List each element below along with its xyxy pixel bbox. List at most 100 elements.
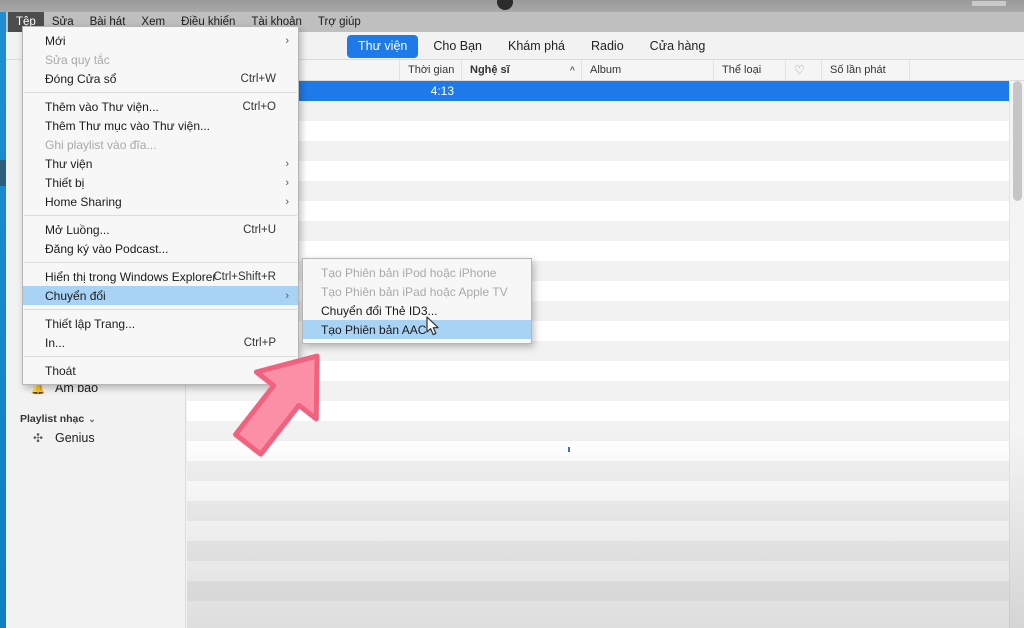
file-menu-item-label: Mới xyxy=(45,33,66,48)
convert-submenu: Tạo Phiên bản iPod hoặc iPhone Tạo Phiên … xyxy=(302,258,532,344)
file-menu-item-2[interactable]: Đóng Cửa sổ Ctrl+W xyxy=(23,69,298,88)
file-menu-item-label: In... xyxy=(45,335,66,350)
itunes-window: Tệp Sửa Bài hát Xem Điều khiển Tài khoản Trợ g… xyxy=(0,0,1024,628)
accent-strip-notch xyxy=(0,160,6,186)
column-header-2[interactable]: Nghệ sĩ ^ xyxy=(462,60,582,81)
file-menu-item-15[interactable]: Chuyển đổi › xyxy=(23,286,298,305)
column-header-1[interactable]: Thời gian xyxy=(400,60,462,81)
file-menu-item-shortcut: Ctrl+U xyxy=(243,223,276,236)
file-menu-item-4[interactable]: Thêm vào Thư viện... Ctrl+O xyxy=(23,97,298,116)
file-menu-item-8[interactable]: Thiết bị › xyxy=(23,173,298,192)
column-header-3[interactable]: Album xyxy=(582,60,714,81)
table-row[interactable] xyxy=(187,521,1009,541)
tab-3[interactable]: Radio xyxy=(580,35,635,58)
table-row[interactable] xyxy=(187,501,1009,521)
scrollbar-thumb[interactable] xyxy=(1013,81,1022,201)
chevron-right-icon: › xyxy=(285,176,289,189)
sidebar-playlist-0[interactable]: ✣ Genius xyxy=(6,427,186,449)
file-menu-item-label: Thêm Thư mục vào Thư viện... xyxy=(45,118,211,133)
stray-blue-pixel xyxy=(568,447,570,452)
menu-separator xyxy=(24,262,297,263)
tab-2[interactable]: Khám phá xyxy=(497,35,576,58)
sidebar-playlist-label: Genius xyxy=(55,431,95,445)
file-menu-item-label: Chuyển đổi xyxy=(45,288,106,303)
table-row[interactable] xyxy=(187,481,1009,501)
file-menu-item-17[interactable]: Thiết lập Trang... xyxy=(23,314,298,333)
menubar-item-6[interactable]: Trợ giúp xyxy=(310,12,369,32)
table-row[interactable] xyxy=(187,121,1009,141)
vertical-scrollbar[interactable] xyxy=(1009,81,1024,628)
sidebar-section-label: Playlist nhạc xyxy=(20,413,85,425)
table-row[interactable] xyxy=(187,141,1009,161)
file-menu-item-label: Mở Luồng... xyxy=(45,222,110,237)
table-row[interactable] xyxy=(187,161,1009,181)
tab-0[interactable]: Thư viện xyxy=(347,34,419,58)
menu-separator xyxy=(24,215,297,216)
file-menu-item-label: Đăng ký vào Podcast... xyxy=(45,241,169,256)
file-menu-item-6: Ghi playlist vào đĩa... xyxy=(23,135,298,154)
file-menu-item-label: Sửa quy tắc xyxy=(45,52,110,67)
heart-icon: ♡ xyxy=(794,63,805,77)
column-header-label: Thời gian xyxy=(408,64,455,76)
table-row[interactable] xyxy=(187,601,1009,621)
convert-submenu-item-2[interactable]: Chuyển đổi Thẻ ID3... xyxy=(303,301,531,320)
mouse-pointer-icon xyxy=(426,316,441,342)
menu-separator xyxy=(24,92,297,93)
file-menu-item-14[interactable]: Hiển thị trong Windows Explorer Ctrl+Shif… xyxy=(23,267,298,286)
table-row[interactable] xyxy=(187,581,1009,601)
file-menu-item-9[interactable]: Home Sharing › xyxy=(23,192,298,211)
chevron-right-icon: › xyxy=(285,34,289,47)
file-menu-item-shortcut: Ctrl+Shift+R xyxy=(213,270,276,283)
tab-1[interactable]: Cho Bạn xyxy=(422,35,493,58)
file-menu-item-label: Thiết bị xyxy=(45,175,85,190)
window-title-bar xyxy=(0,0,1024,12)
file-menu-item-0[interactable]: Mới › xyxy=(23,31,298,50)
file-menu-item-11[interactable]: Mở Luồng... Ctrl+U xyxy=(23,220,298,239)
chevron-right-icon: › xyxy=(285,195,289,208)
column-header-4[interactable]: Thể loại xyxy=(714,60,786,81)
file-menu-item-5[interactable]: Thêm Thư mục vào Thư viện... xyxy=(23,116,298,135)
table-row[interactable] xyxy=(187,201,1009,221)
window-controls[interactable] xyxy=(972,1,1006,6)
table-row[interactable] xyxy=(187,561,1009,581)
chevron-right-icon: › xyxy=(285,289,289,302)
column-header-5[interactable]: ♡ xyxy=(786,60,822,81)
column-header-label: Nghệ sĩ xyxy=(470,64,510,76)
menubar-item-label: Trợ giúp xyxy=(317,16,361,28)
file-menu-item-label: Thoát xyxy=(45,363,76,378)
pink-arrow-annotation-icon xyxy=(224,338,340,469)
apple-logo-icon xyxy=(497,0,513,10)
convert-submenu-item-0: Tạo Phiên bản iPod hoặc iPhone xyxy=(321,265,497,280)
file-menu-item-label: Đóng Cửa sổ xyxy=(45,71,117,86)
file-menu-item-7[interactable]: Thư viện › xyxy=(23,154,298,173)
file-menu-item-shortcut: Ctrl+O xyxy=(242,100,276,113)
convert-submenu-item-1: Tạo Phiên bản iPad hoặc Apple TV xyxy=(321,284,508,299)
file-menu-item-label: Thiết lập Trang... xyxy=(45,316,136,331)
file-menu-item-1: Sửa quy tắc xyxy=(23,50,298,69)
table-row[interactable] xyxy=(187,101,1009,121)
sidebar-section-header-playlists[interactable]: Playlist nhạc ⌄ xyxy=(20,410,190,428)
tab-4[interactable]: Cửa hàng xyxy=(639,35,717,58)
column-header-label: Album xyxy=(590,64,622,76)
sort-asc-icon: ^ xyxy=(569,65,575,75)
table-row[interactable] xyxy=(187,181,1009,201)
file-menu-item-label: Thêm vào Thư viện... xyxy=(45,99,159,114)
file-menu-item-shortcut: Ctrl+W xyxy=(240,72,276,85)
table-row-selected[interactable]: ay•••4:13 xyxy=(187,81,1009,101)
convert-submenu-item-3[interactable]: Tạo Phiên bản AAC xyxy=(303,320,531,339)
column-header-label: Thể loại xyxy=(722,64,762,76)
file-menu-item-label: Ghi playlist vào đĩa... xyxy=(45,137,157,152)
file-menu-item-label: Home Sharing xyxy=(45,194,122,209)
main-tab-bar: Thư viện Cho Bạn Khám phá Radio Cửa hàng xyxy=(347,33,716,59)
column-header-label: Số lần phát xyxy=(830,64,886,76)
genius-icon: ✣ xyxy=(32,431,44,445)
table-column-header: Thời gian Nghệ sĩ ^ Album Thể loại ♡ Số lần ph… xyxy=(187,60,1024,81)
file-menu-item-12[interactable]: Đăng ký vào Podcast... xyxy=(23,239,298,258)
window-left-accent-strip xyxy=(0,12,6,628)
chevron-right-icon: › xyxy=(285,157,289,170)
chevron-down-icon[interactable]: ⌄ xyxy=(88,414,96,425)
table-row[interactable] xyxy=(187,221,1009,241)
file-dropdown-menu: Mới › Sửa quy tắc Đóng Cửa sổ Ctrl+W Thêm vào… xyxy=(22,26,299,385)
table-row[interactable] xyxy=(187,541,1009,561)
column-header-6[interactable]: Số lần phát xyxy=(822,60,910,81)
